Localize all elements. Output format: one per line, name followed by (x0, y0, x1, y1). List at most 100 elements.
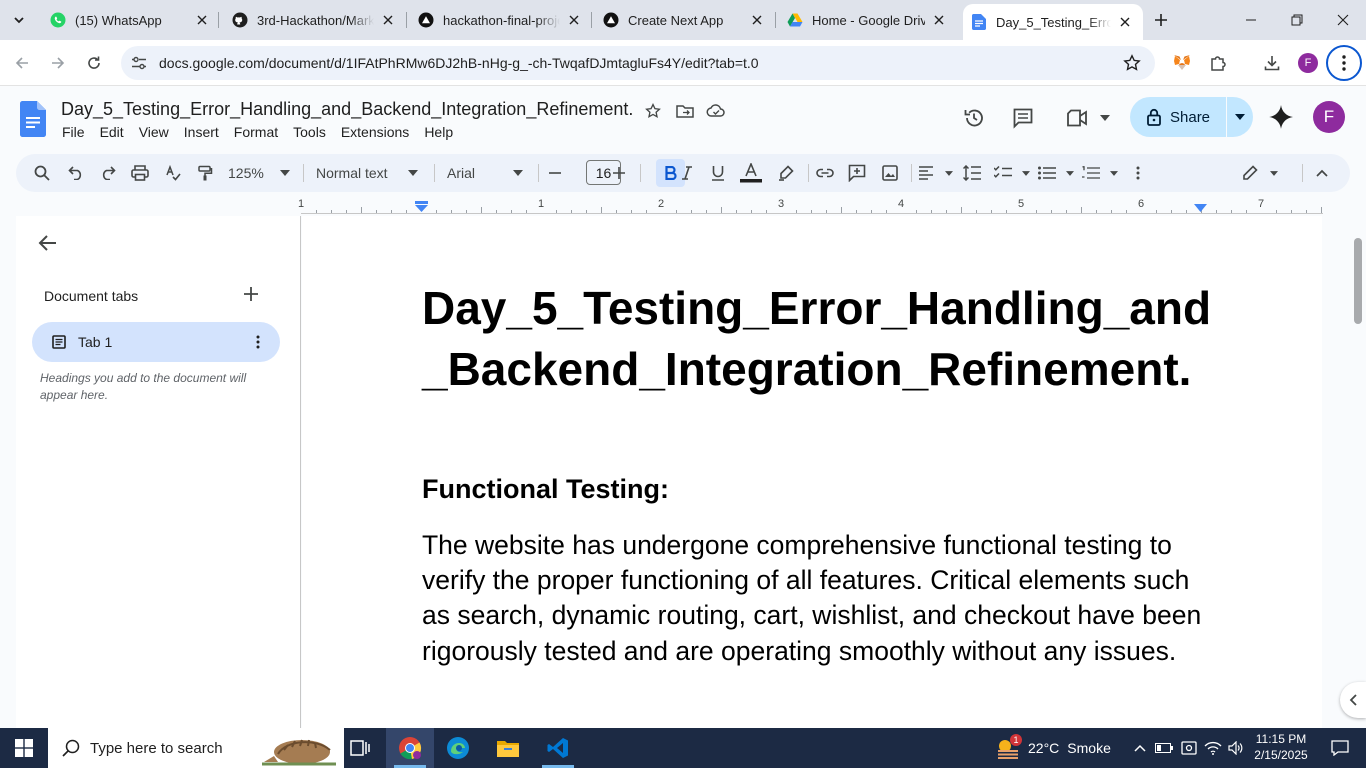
meet-dropdown-icon[interactable] (1100, 115, 1110, 121)
network-icon[interactable] (1201, 728, 1225, 768)
line-spacing-icon[interactable] (962, 161, 982, 185)
volume-icon[interactable] (1224, 728, 1248, 768)
chrome-taskbar-icon[interactable] (386, 728, 434, 768)
bookmark-star-icon[interactable] (1123, 54, 1141, 72)
menu-file[interactable]: File (62, 124, 85, 140)
edge-taskbar-icon[interactable] (434, 728, 482, 768)
menu-view[interactable]: View (139, 124, 169, 140)
forward-icon[interactable] (44, 49, 72, 77)
weather-widget[interactable]: 1 22°C Smoke (996, 728, 1111, 768)
print-icon[interactable] (128, 161, 152, 185)
meet-icon[interactable] (1066, 104, 1110, 132)
browser-tab-hackathon-final[interactable]: hackathon-final-project (410, 0, 590, 40)
new-tab-icon[interactable] (1150, 9, 1172, 31)
address-bar[interactable]: docs.google.com/document/d/1IFAtPhRMw6DJ… (121, 46, 1155, 80)
decrease-font-size-icon[interactable] (547, 161, 563, 185)
editing-mode-select[interactable] (1242, 161, 1278, 185)
battery-icon[interactable] (1152, 728, 1176, 768)
vertical-scrollbar-thumb[interactable] (1354, 238, 1362, 324)
search-menus-icon[interactable] (30, 161, 54, 185)
restore-icon[interactable] (1274, 0, 1320, 40)
gemini-sparkle-icon[interactable] (1268, 104, 1294, 130)
menu-extensions[interactable]: Extensions (341, 124, 409, 140)
numbered-list-select[interactable] (1082, 161, 1118, 185)
paint-format-icon[interactable] (193, 161, 217, 185)
version-history-icon[interactable] (960, 104, 988, 132)
menu-format[interactable]: Format (234, 124, 278, 140)
italic-icon[interactable] (675, 161, 699, 185)
menu-insert[interactable]: Insert (184, 124, 219, 140)
close-tab-icon[interactable] (931, 12, 947, 28)
body-paragraph[interactable]: The website has undergone comprehensive … (422, 528, 1212, 669)
notifications-icon[interactable] (1320, 728, 1360, 768)
side-panel-toggle-icon[interactable] (1340, 682, 1366, 718)
more-options-icon[interactable] (1128, 161, 1148, 185)
star-icon[interactable] (643, 101, 663, 121)
add-tab-icon[interactable] (244, 287, 258, 301)
section-heading[interactable]: Functional Testing: (422, 474, 669, 505)
close-tab-icon[interactable] (194, 12, 210, 28)
account-avatar[interactable]: F (1313, 101, 1345, 133)
close-tab-icon[interactable] (1117, 14, 1133, 30)
menu-edit[interactable]: Edit (100, 124, 124, 140)
left-indent-marker-icon[interactable] (415, 201, 428, 213)
text-color-icon[interactable] (738, 161, 764, 185)
add-comment-icon[interactable] (845, 161, 869, 185)
close-tab-icon[interactable] (380, 12, 396, 28)
redo-icon[interactable] (96, 161, 120, 185)
menu-tools[interactable]: Tools (293, 124, 326, 140)
minimize-icon[interactable] (1228, 0, 1274, 40)
align-select[interactable] (919, 161, 953, 185)
zoom-select[interactable]: 125% (228, 161, 290, 185)
browser-tab-google-drive[interactable]: Home - Google Drive (779, 0, 955, 40)
close-window-icon[interactable] (1320, 0, 1366, 40)
system-clock[interactable]: 11:15 PM 2/15/2025 (1248, 731, 1314, 763)
document-tab-1[interactable]: Tab 1 (32, 322, 280, 362)
font-family-select[interactable]: Arial (447, 161, 523, 185)
back-icon[interactable] (8, 49, 36, 77)
google-docs-logo-icon[interactable] (20, 101, 46, 137)
comments-icon[interactable] (1009, 104, 1037, 132)
downloads-icon[interactable] (1258, 49, 1286, 77)
meet-now-icon[interactable] (1177, 728, 1201, 768)
undo-icon[interactable] (64, 161, 88, 185)
menu-help[interactable]: Help (424, 124, 453, 140)
back-arrow-icon[interactable] (38, 233, 58, 253)
right-indent-marker-icon[interactable] (1194, 204, 1207, 212)
document-heading-title[interactable]: Day_5_Testing_Error_Handling_and _Backen… (422, 278, 1222, 400)
close-tab-icon[interactable] (749, 12, 765, 28)
windows-start-icon[interactable] (0, 728, 48, 768)
taskbar-search-box[interactable]: Type here to search (48, 728, 344, 768)
document-page[interactable]: Day_5_Testing_Error_Handling_and _Backen… (302, 216, 1322, 728)
show-hidden-icons-icon[interactable] (1128, 728, 1152, 768)
share-main-button[interactable]: Share (1130, 97, 1226, 137)
browser-tab-whatsapp[interactable]: (15) WhatsApp (42, 0, 218, 40)
task-view-icon[interactable] (336, 728, 384, 768)
insert-image-icon[interactable] (878, 161, 902, 185)
reload-icon[interactable] (80, 49, 108, 77)
site-settings-icon[interactable] (131, 55, 147, 71)
file-explorer-icon[interactable] (484, 728, 532, 768)
paragraph-style-select[interactable]: Normal text (316, 161, 418, 185)
browser-menu-icon[interactable] (1326, 45, 1362, 81)
browser-tab-create-next-app[interactable]: Create Next App (595, 0, 773, 40)
tab-more-icon[interactable] (256, 335, 260, 349)
document-title[interactable]: Day_5_Testing_Error_Handling_and_Backend… (61, 99, 633, 120)
tab-search-icon[interactable] (6, 8, 32, 32)
spellcheck-icon[interactable] (161, 161, 185, 185)
profile-icon[interactable]: F (1294, 49, 1322, 77)
underline-icon[interactable] (706, 161, 730, 185)
metamask-extension-icon[interactable] (1168, 49, 1196, 77)
browser-tab-github[interactable]: 3rd-Hackathon/Marketplace (224, 0, 404, 40)
browser-tab-google-doc-active[interactable]: Day_5_Testing_Error_Handling (963, 4, 1143, 40)
extensions-icon[interactable] (1204, 49, 1232, 77)
share-dropdown-icon[interactable] (1227, 114, 1253, 120)
insert-link-icon[interactable] (813, 161, 837, 185)
cloud-saved-icon[interactable] (706, 101, 726, 121)
increase-font-size-icon[interactable] (611, 161, 627, 185)
vscode-taskbar-icon[interactable] (534, 728, 582, 768)
checklist-select[interactable] (994, 161, 1030, 185)
bulleted-list-select[interactable] (1038, 161, 1074, 185)
collapse-menus-icon[interactable] (1312, 161, 1332, 185)
close-tab-icon[interactable] (566, 12, 582, 28)
